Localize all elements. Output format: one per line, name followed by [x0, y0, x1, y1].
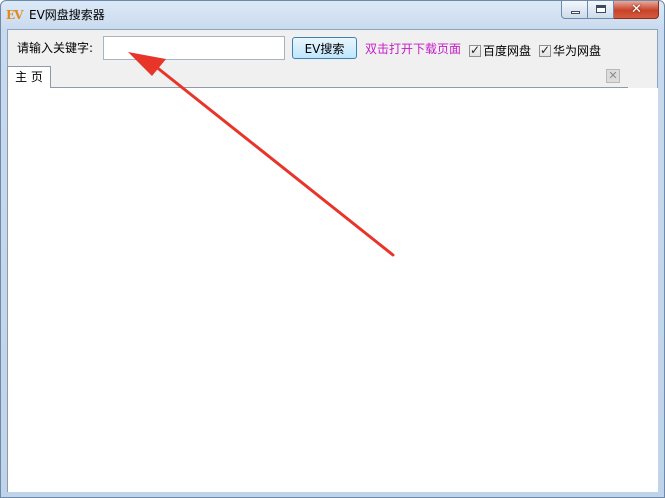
maximize-button[interactable]: [588, 1, 614, 19]
checkbox-box[interactable]: ✓: [539, 43, 551, 57]
app-window: EV EV网盘搜索器 ✕ 请输入关键字: EV搜索 双击打开下载页面 ✓ 百度网…: [0, 0, 665, 498]
checkmark-icon: ✓: [470, 43, 481, 57]
minimize-button[interactable]: [561, 1, 588, 19]
ev-search-button[interactable]: EV搜索: [292, 37, 357, 59]
keyword-input[interactable]: [103, 36, 285, 60]
client-area: 请输入关键字: EV搜索 双击打开下载页面 ✓ 百度网盘 ✓ 华为网盘 主 页 …: [7, 29, 658, 492]
tab-home[interactable]: 主 页: [7, 66, 51, 88]
keyword-label: 请输入关键字:: [17, 41, 94, 55]
close-button[interactable]: ✕: [614, 1, 659, 19]
checkmark-icon: ✓: [540, 43, 551, 57]
home-content-pane: [7, 88, 658, 492]
checkbox-label: 百度网盘: [483, 44, 532, 58]
window-title: EV网盘搜索器: [29, 8, 105, 22]
baidu-pan-checkbox[interactable]: ✓ 百度网盘: [469, 43, 531, 59]
checkbox-box[interactable]: ✓: [469, 43, 481, 57]
tab-close-button[interactable]: ✕: [606, 69, 620, 83]
window-controls: ✕: [561, 1, 659, 21]
minimize-icon: [571, 11, 580, 14]
ev-logo-icon: EV: [6, 8, 23, 22]
double-click-hint: 双击打开下载页面: [365, 42, 462, 56]
close-icon: ✕: [631, 2, 642, 17]
huawei-pan-checkbox[interactable]: ✓ 华为网盘: [539, 43, 601, 59]
title-bar[interactable]: EV EV网盘搜索器 ✕: [1, 1, 664, 29]
checkbox-label: 华为网盘: [553, 44, 602, 58]
maximize-icon: [596, 5, 606, 13]
